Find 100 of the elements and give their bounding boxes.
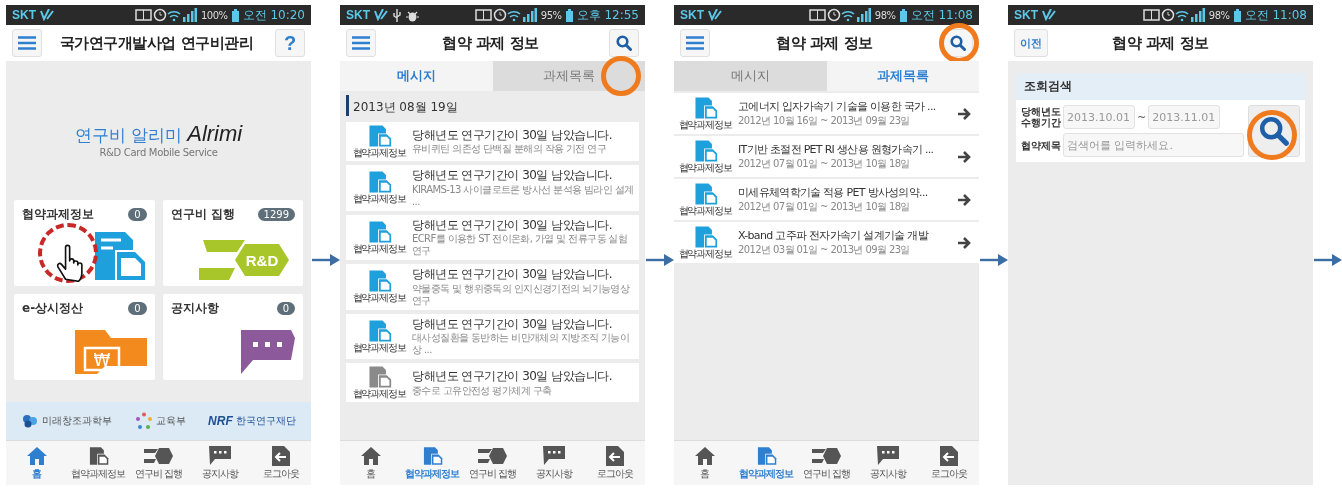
project-period: 2012년 03월 01일 ~ 2013년 09월 23일 <box>738 243 911 256</box>
tab-bar-item[interactable]: 공지사항 <box>857 441 918 485</box>
message-subtitle: KIRAMS-13 사이클로트론 방사선 분석용 빔라인 설계 ... <box>412 183 635 208</box>
battery-percent: 98% <box>874 9 896 21</box>
arrow-right-icon <box>957 192 971 207</box>
message-title: 당해년도 연구기간이 30일 남았습니다. <box>412 369 614 385</box>
icon-caption: 협약과제정보 <box>352 292 406 304</box>
battery-percent: 98% <box>1208 9 1230 21</box>
logout-icon <box>939 445 958 466</box>
tab-bar-item[interactable]: 연구비 집행 <box>128 441 189 485</box>
project-item[interactable]: 협약과제정보 X-band 고주파 전자가속기 설계기술 개발 2012년 03월 01일 ~ 2013년 09월 23일 <box>674 222 979 263</box>
search-button[interactable] <box>609 29 639 57</box>
message-item[interactable]: 협약과제정보 당해년도 연구기간이 30일 남았습니다. KIRAMS-13 사이클로트론 방사선 분석용 빔라인 설계 ... <box>346 165 639 211</box>
tile-label: 공지사항 <box>170 300 219 317</box>
carrier-name: SKT <box>1014 8 1038 22</box>
message-subtitle: 유비퀴틴 의존성 단백질 분해의 작용 기전 연구 <box>412 143 608 156</box>
battery-percent: 100% <box>201 9 228 21</box>
status-indicators-drawing <box>135 8 197 22</box>
tile-label: 연구비 집행 <box>170 206 235 223</box>
date-heading: 2013년 08월 19일 <box>346 95 639 116</box>
count-badge: 0 <box>128 208 147 221</box>
message-item[interactable]: 협약과제정보 당해년도 연구기간이 30일 남았습니다. 대사성질환을 동반하는 비만개체의 지방조직 기능이상 ... <box>346 313 639 360</box>
home-icon <box>693 445 716 466</box>
help-button[interactable]: ? <box>275 29 305 57</box>
tab-bar-item[interactable]: 공지사항 <box>523 441 584 485</box>
card-icon <box>143 445 174 466</box>
message-item[interactable]: 협약과제정보 당해년도 연구기간이 30일 남았습니다. ECRF를 이용한 ST 전이온화, 가열 및 전류구동 실험 연구 <box>346 214 639 261</box>
count-badge: 1299 <box>257 208 295 221</box>
card-icon <box>477 445 508 466</box>
menu-tile[interactable]: 공지사항 0 <box>162 294 303 380</box>
star-logo-icon <box>134 412 153 430</box>
menu-tile[interactable]: e-상시정산 0 ₩ <box>14 294 155 380</box>
network-logo-icon <box>708 9 722 21</box>
menu-icon <box>18 36 36 50</box>
screen-title: 협약 과제 정보 <box>441 33 540 53</box>
message-item[interactable]: 협약과제정보 당해년도 연구기간이 30일 남았습니다. 약물중독 및 행위중독의 인지신경기전의 뇌기능영상연구 <box>346 264 639 310</box>
status-indicators-drawing <box>474 8 537 22</box>
clock-time: 오전 11:08 <box>1244 6 1307 24</box>
project-period: 2012년 10월 16일 ~ 2013년 09월 23일 <box>738 114 911 127</box>
usb-icon <box>392 8 402 22</box>
project-title: X-band 고주파 전자가속기 설계기술 개발 <box>738 229 930 244</box>
tab-bar-item[interactable]: 협약과제정보 <box>401 441 462 485</box>
tab-bar-item[interactable]: 연구비 집행 <box>796 441 857 485</box>
menu-icon <box>686 36 704 50</box>
tab-bar-item[interactable]: 연구비 집행 <box>462 441 523 485</box>
tab-bar-item[interactable]: 협약과제정보 <box>67 441 128 485</box>
segment-tab[interactable]: 메시지 <box>340 61 493 91</box>
battery-percent: 95% <box>540 9 562 21</box>
clock-time: 오전 11:08 <box>910 6 973 24</box>
speech-bubble-icon <box>241 330 295 374</box>
sponsor-name: 교육부 <box>155 414 186 428</box>
wallet-icon: ₩ <box>74 330 147 374</box>
icon-caption: 협약과제정보 <box>678 248 732 259</box>
menu-button[interactable] <box>680 29 710 57</box>
count-badge: 0 <box>276 302 295 315</box>
menu-tile[interactable]: 연구비 집행 1299 R&D <box>162 200 303 286</box>
project-period: 2012년 07월 01일 ~ 2013년 10월 18일 <box>738 157 911 170</box>
battery-icon <box>565 8 573 22</box>
sponsor-name: NRF <box>208 414 233 428</box>
status-indicators-drawing <box>808 8 871 22</box>
menu-tile[interactable]: 협약과제정보 0 <box>14 200 155 286</box>
icon-caption: 협약과제정보 <box>678 119 732 130</box>
field-label: 협약제목 <box>1021 139 1061 151</box>
project-item[interactable]: 협약과제정보 고에너지 입자가속기 기술을 이용한 국가 ... 2012년 10월 16일 ~ 2013년 09월 23일 <box>674 93 979 134</box>
network-logo-icon <box>40 9 54 21</box>
arrow-right-icon <box>957 235 971 250</box>
message-subtitle: 약물중독 및 행위중독의 인지신경기전의 뇌기능영상연구 <box>412 282 631 307</box>
project-item[interactable]: 협약과제정보 미세유체역학기술 적용 PET 방사성의약... 2012년 07월 01일 ~ 2013년 10월 18일 <box>674 179 979 220</box>
arrow-right-icon <box>957 149 971 164</box>
tab-bar-item[interactable]: 로그아웃 <box>584 441 645 485</box>
back-button[interactable]: 이전 <box>1014 29 1048 57</box>
speech-bubble-icon <box>208 445 231 466</box>
speech-bubble-icon <box>542 445 565 466</box>
icon-caption: 협약과제정보 <box>352 388 406 400</box>
search-icon <box>1259 116 1289 146</box>
icon-caption: 협약과제정보 <box>352 342 406 354</box>
tab-bar-item[interactable]: 홈 <box>674 441 735 485</box>
card-icon <box>811 445 842 466</box>
menu-button[interactable] <box>12 29 42 57</box>
logout-icon <box>605 445 624 466</box>
network-logo-icon <box>1042 9 1056 21</box>
segment-tab[interactable]: 과제목록 <box>826 61 979 91</box>
message-item[interactable]: 협약과제정보 당해년도 연구기간이 30일 남았습니다. 유비퀴틴 의존성 단백질 분해의 작용 기전 연구 <box>346 122 639 161</box>
message-subtitle: 중수로 고유안전성 평가체계 구축 <box>412 384 553 397</box>
tab-bar-item[interactable]: 홈 <box>340 441 401 485</box>
menu-icon <box>352 36 370 50</box>
tab-bar-item[interactable]: 홈 <box>6 441 67 485</box>
message-item[interactable]: 협약과제정보 당해년도 연구기간이 30일 남았습니다. 중수로 고유안전성 평가체계 구축 <box>346 363 639 403</box>
app-logo-latin: Alrimi <box>187 121 243 147</box>
project-item[interactable]: 협약과제정보 IT기반 초절전 PET RI 생산용 원형가속기 ... 2012년 07월 01일 ~ 2013년 10월 18일 <box>674 136 979 177</box>
app-logo-korean: 연구비 알리미 <box>74 124 183 147</box>
tab-bar-item[interactable]: 협약과제정보 <box>735 441 796 485</box>
tile-label: e-상시정산 <box>22 300 84 317</box>
keyword-field[interactable]: 검색어를 입력하세요. <box>1063 133 1244 157</box>
tab-bar-item[interactable]: 로그아웃 <box>250 441 311 485</box>
tab-bar-item[interactable]: 공지사항 <box>189 441 250 485</box>
document-icon <box>692 140 718 162</box>
menu-button[interactable] <box>346 29 376 57</box>
speech-bubble-icon <box>876 445 899 466</box>
tab-bar-item[interactable]: 로그아웃 <box>918 441 979 485</box>
